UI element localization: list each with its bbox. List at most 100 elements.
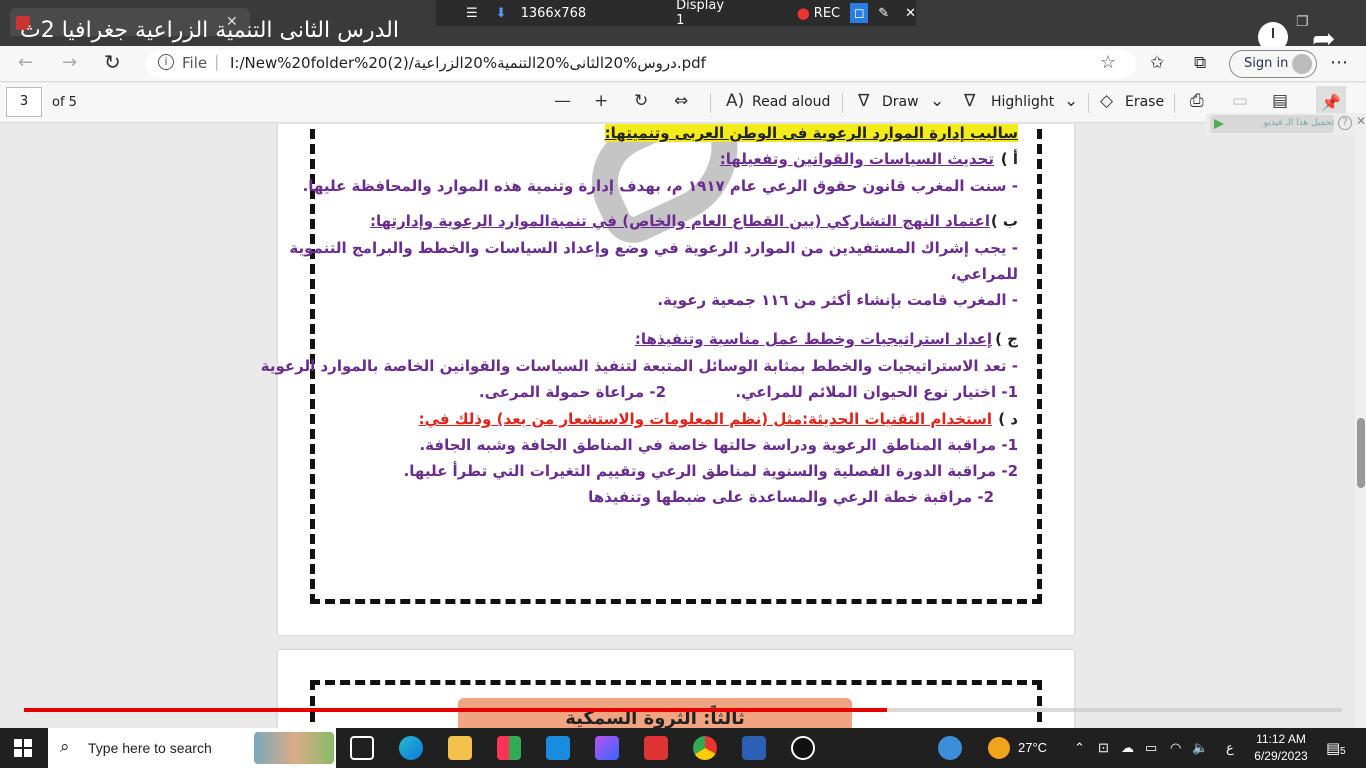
pdf-page-3: ساليب إدارة الموارد الرعوية فى الوطن الع…: [261, 124, 1074, 635]
item-a-label: أ ): [1000, 150, 1018, 168]
download-video-button[interactable]: تحميل هذا الـ فيديو: [1210, 115, 1334, 133]
item-a-line-1: - سنت المغرب قانون حقوق الرعي عام ١٩١٧ م…: [302, 177, 1018, 195]
draw-chevron-down-icon[interactable]: ⌄: [930, 91, 944, 111]
recorder-app-icon[interactable]: [791, 736, 815, 760]
pin-icon[interactable]: ⬇: [496, 6, 507, 21]
url-scheme: File: [182, 54, 208, 72]
item-b-line-1: - يجب إشراك المستفيدين من الموارد الرعوي…: [289, 239, 1018, 257]
divider: [1088, 93, 1089, 113]
highlight-chevron-down-icon[interactable]: ⌄: [1064, 91, 1078, 111]
file-explorer-icon[interactable]: [448, 736, 472, 760]
weather-icon: [988, 737, 1010, 759]
edge-icon[interactable]: [399, 736, 423, 760]
camera-icon[interactable]: ◻: [850, 3, 869, 23]
print-icon[interactable]: ⎙: [1190, 91, 1204, 111]
item-c-line-1: - تعد الاستراتيجيات والخطط بمثابة الوسائ…: [260, 357, 1018, 375]
mail-icon[interactable]: [546, 736, 570, 760]
save-icon[interactable]: ▭: [1232, 91, 1248, 111]
item-c-title: إعداد استراتيجيات وخطط عمل مناسبة وتنفيذ…: [634, 330, 992, 348]
read-aloud-icon[interactable]: A): [726, 91, 744, 111]
menu-icon[interactable]: ☰: [466, 6, 478, 21]
chevron-up-icon[interactable]: ⌃: [1074, 740, 1085, 756]
refresh-icon[interactable]: ↻: [104, 50, 121, 74]
read-aloud-button[interactable]: Read aloud: [752, 94, 830, 110]
task-view-icon[interactable]: [350, 736, 374, 760]
avatar-icon: [1292, 54, 1312, 74]
pdf-viewport[interactable]: ساليب إدارة الموارد الرعوية فى الوطن الع…: [0, 124, 1366, 736]
onedrive-icon[interactable]: ☁: [1121, 740, 1134, 756]
eraser-icon[interactable]: ◇: [1100, 91, 1113, 111]
erase-button[interactable]: Erase: [1125, 94, 1164, 110]
save-as-icon[interactable]: ▤: [1272, 91, 1288, 111]
search-icon: ⌕: [60, 737, 70, 757]
url-separator: |: [214, 52, 220, 71]
weather-temp[interactable]: 27°C: [1018, 740, 1047, 755]
store-icon[interactable]: [497, 736, 521, 760]
divider: [842, 93, 843, 113]
meet-icon[interactable]: ⊡: [1098, 740, 1109, 756]
back-icon[interactable]: ←: [18, 52, 33, 73]
taskbar: ⌕ Type here to search 27°C ⌃ ⊡ ☁ ▭ ◠ 🔈 ع…: [0, 728, 1366, 768]
item-d-label: د ): [998, 410, 1018, 428]
recorder-bar: ☰ ⬇ 1366x768 Display 1 ● REC ◻ ✎ ✕: [436, 0, 916, 28]
draw-icon[interactable]: ∇: [858, 91, 869, 111]
battery-icon[interactable]: ▭: [1145, 740, 1157, 756]
clipchamp-icon[interactable]: [595, 736, 619, 760]
item-b-title: اعتماد النهج التشاركي (بين القطاع العام …: [370, 212, 990, 230]
draw-button[interactable]: Draw: [882, 94, 919, 110]
video-download-widget: تحميل هذا الـ فيديو ? ✕: [1206, 113, 1366, 135]
item-b-line-3: - المغرب قامت بإنشاء أكثر من ١١٦ جمعية ر…: [657, 291, 1018, 309]
fit-page-icon[interactable]: ⇔: [674, 91, 688, 111]
help-icon[interactable]: ?: [1338, 116, 1352, 130]
zoom-out-icon[interactable]: —: [554, 91, 571, 111]
sign-in-label: Sign in: [1244, 56, 1289, 71]
search-placeholder: Type here to search: [88, 740, 212, 756]
doc-heading: ساليب إدارة الموارد الرعوية فى الوطن الع…: [604, 124, 1018, 142]
zoom-in-icon[interactable]: +: [594, 91, 608, 111]
item-c-label: ج ): [995, 330, 1018, 348]
item-d-title: استخدام التقنيات الحديثة:مثل (نظم المعلو…: [418, 410, 992, 428]
more-icon[interactable]: ⋯: [1330, 52, 1348, 73]
chrome-icon[interactable]: [693, 736, 717, 760]
record-icon: ●: [796, 4, 810, 22]
video-title-bar: ✕ الدرس الثانى التنمية الزراعية جغرافيا …: [0, 0, 1366, 55]
page-count-label: of 5: [52, 95, 77, 110]
help-icon[interactable]: [938, 736, 962, 760]
item-d-line-2: 2- مراقبة الدورة الفصلية والسنوية لمناطق…: [403, 462, 1018, 480]
rec-label[interactable]: REC: [814, 6, 840, 21]
wifi-icon[interactable]: ◠: [1170, 740, 1181, 756]
item-d-line-3: 2- مراقبة خطة الرعي والمساعدة على ضبطها …: [588, 488, 994, 506]
word-icon[interactable]: [742, 736, 766, 760]
forward-icon[interactable]: →: [62, 52, 77, 73]
notification-icon[interactable]: ▤: [1326, 739, 1340, 757]
close-icon[interactable]: ✕: [905, 6, 916, 21]
windows-start-icon[interactable]: [14, 739, 32, 757]
volume-icon[interactable]: 🔈: [1192, 740, 1208, 756]
app-icon[interactable]: [644, 736, 668, 760]
pen-icon[interactable]: ✎: [878, 6, 889, 21]
favorites-icon[interactable]: ✩: [1150, 53, 1164, 73]
info-icon[interactable]: i: [158, 54, 174, 70]
video-progress-fill: [24, 708, 888, 712]
highlight-button[interactable]: Highlight: [991, 94, 1054, 110]
language-indicator[interactable]: ع: [1226, 740, 1234, 756]
item-b-line-2: للمراعي،: [950, 265, 1018, 283]
collections-icon[interactable]: ⧉: [1194, 53, 1206, 73]
rotate-icon[interactable]: ↻: [634, 91, 648, 111]
clock[interactable]: 11:12 AM 6/29/2023: [1248, 731, 1314, 765]
highlight-icon[interactable]: ∇: [964, 91, 975, 111]
date: 6/29/2023: [1254, 749, 1308, 763]
item-c-line-2a: 1- اختيار نوع الحيوان الملائم للمراعي.: [735, 383, 1018, 401]
sign-in-button[interactable]: Sign in: [1229, 50, 1317, 78]
page-number-input[interactable]: 3: [6, 87, 42, 117]
notification-count: 5: [1340, 746, 1346, 757]
restore-icon[interactable]: ❐: [1296, 14, 1309, 30]
url-text[interactable]: I:/New%20folder%20(2)/دروس%20الثانى%20ال…: [230, 54, 706, 72]
favorite-star-icon[interactable]: ☆: [1100, 52, 1116, 73]
address-bar: ← → ↻ i File | I:/New%20folder%20(2)/درو…: [0, 46, 1366, 82]
scrollbar-thumb[interactable]: [1357, 418, 1365, 488]
display-label[interactable]: Display 1: [676, 0, 731, 28]
divider: [710, 93, 711, 113]
taskbar-search[interactable]: ⌕ Type here to search: [48, 728, 336, 768]
video-title: الدرس الثانى التنمية الزراعية جغرافيا 2ث: [20, 18, 399, 43]
